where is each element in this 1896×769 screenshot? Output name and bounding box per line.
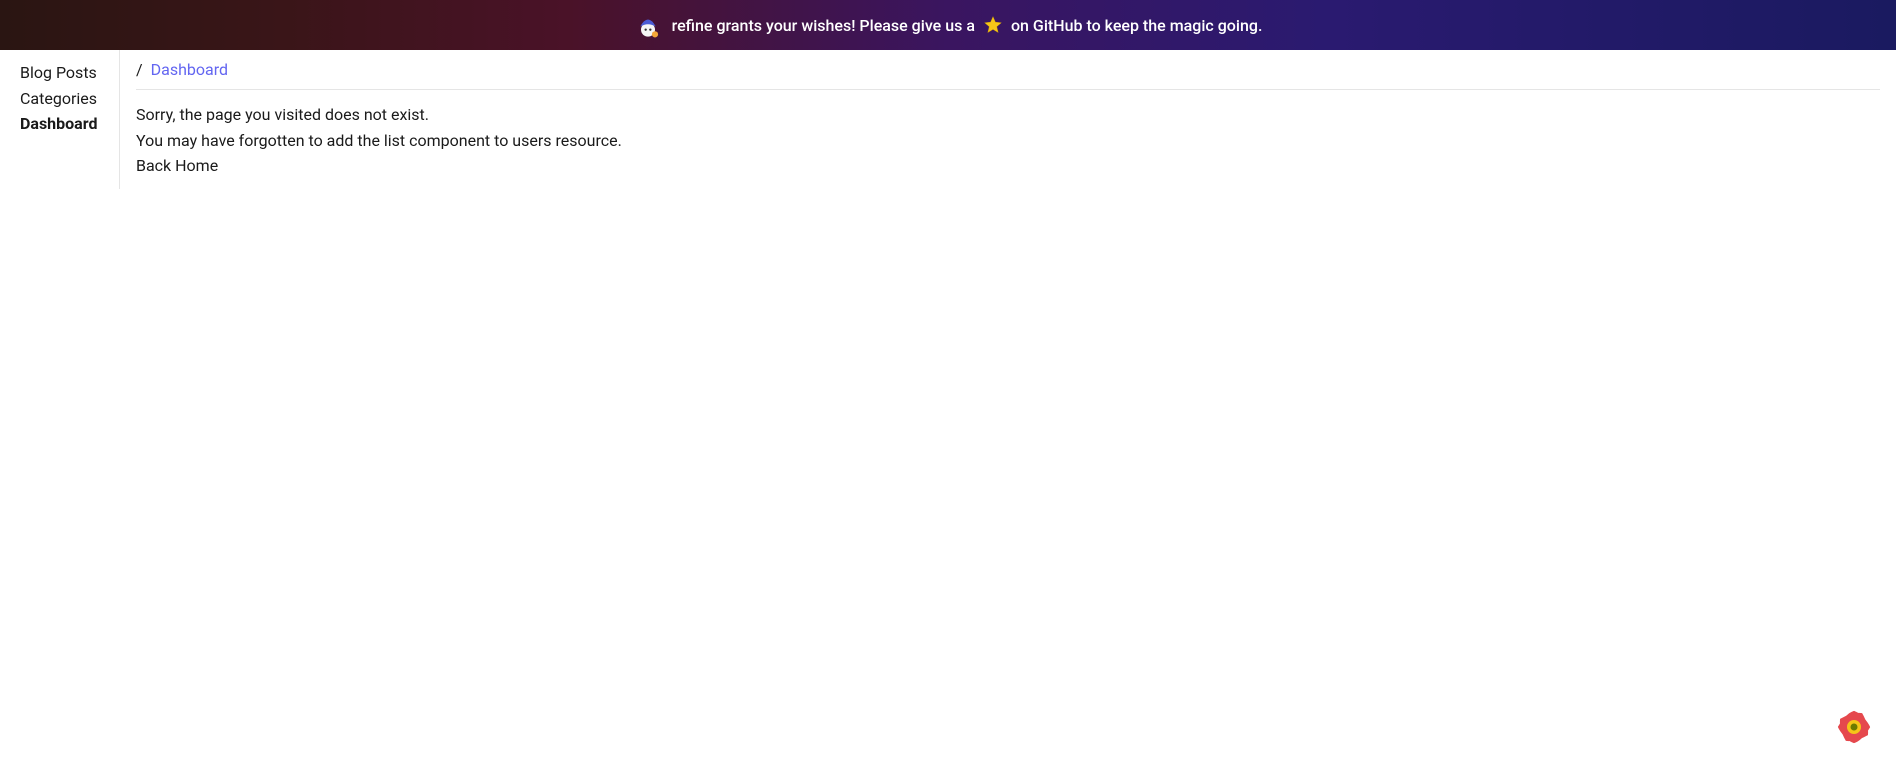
atom-icon xyxy=(1832,705,1876,749)
sidebar-item-categories[interactable]: Categories xyxy=(20,86,119,112)
sidebar-item-dashboard[interactable]: Dashboard xyxy=(20,111,119,137)
banner-text-after: on GitHub to keep the magic going. xyxy=(1011,16,1262,35)
breadcrumb: / Dashboard xyxy=(136,60,1880,90)
back-home-link[interactable]: Back Home xyxy=(136,153,1880,179)
sidebar-item-blog-posts[interactable]: Blog Posts xyxy=(20,60,119,86)
app-layout: Blog Posts Categories Dashboard / Dashbo… xyxy=(0,50,1896,189)
devtools-badge[interactable] xyxy=(1832,705,1876,749)
star-icon xyxy=(983,15,1003,35)
error-message-line1: Sorry, the page you visited does not exi… xyxy=(136,102,1880,128)
error-message-line2: You may have forgotten to add the list c… xyxy=(136,128,1880,154)
main-content: / Dashboard Sorry, the page you visited … xyxy=(120,50,1896,189)
error-panel: Sorry, the page you visited does not exi… xyxy=(136,102,1880,179)
breadcrumb-separator: / xyxy=(136,60,143,79)
banner-text-before: refine grants your wishes! Please give u… xyxy=(672,16,975,35)
wizard-icon xyxy=(634,11,662,39)
promo-banner[interactable]: refine grants your wishes! Please give u… xyxy=(0,0,1896,50)
sidebar: Blog Posts Categories Dashboard xyxy=(0,50,120,189)
breadcrumb-current[interactable]: Dashboard xyxy=(151,60,228,79)
